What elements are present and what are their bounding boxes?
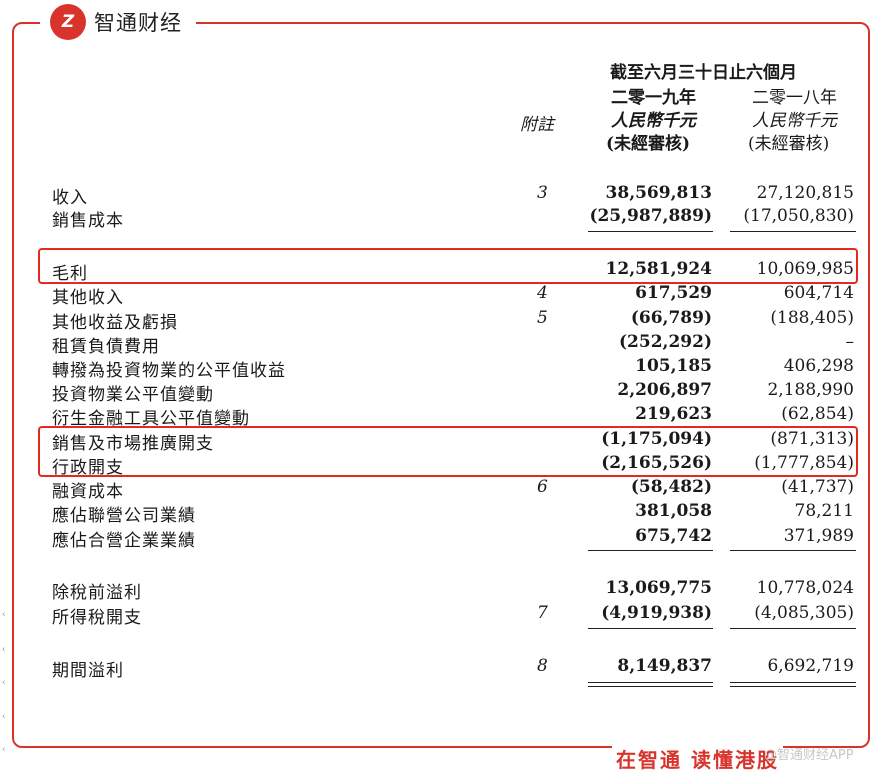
row-current-value: 38,569,813 [605, 183, 712, 203]
table-row: 轉撥為投資物業的公平值收益 105,185 406,298 [52, 356, 872, 381]
edge-mark: ‹ [2, 678, 6, 688]
row-prior-value: 78,211 [794, 501, 854, 521]
row-label: 融資成本 [52, 482, 124, 502]
footer-watermark: @智通财经APP [764, 748, 854, 763]
current-year-header: 二零一九年 [611, 88, 696, 108]
row-label: 收入 [52, 188, 88, 208]
table-row: 融資成本 6 (58,482) (41,737) [52, 477, 872, 502]
double-rule-bottom [730, 686, 856, 687]
row-current-value: (58,482) [630, 477, 712, 497]
row-label: 其他收入 [52, 288, 124, 308]
row-label: 期間溢利 [52, 661, 124, 681]
row-prior-value: 406,298 [783, 356, 854, 376]
subtotal-rule [588, 231, 713, 232]
row-label: 應佔聯營公司業績 [52, 506, 196, 526]
table-row: 應佔合營企業業績 675,742 371,989 [52, 526, 872, 551]
brand-name: 智通财经 [94, 11, 182, 35]
row-label: 除稅前溢利 [52, 583, 142, 603]
subtotal-rule [730, 231, 856, 232]
prior-year-header: 二零一八年 [752, 88, 837, 108]
table-row: 租賃負債費用 (252,292) – [52, 332, 872, 357]
subtotal-rule [730, 550, 856, 551]
row-current-value: 105,185 [635, 356, 712, 376]
note-column-header: 附註 [520, 115, 554, 135]
row-prior-value: (41,737) [781, 477, 854, 497]
row-current-value: 219,623 [635, 404, 712, 424]
table-row: 衍生金融工具公平值變動 219,623 (62,854) [52, 404, 872, 429]
table-row: 其他收入 4 617,529 604,714 [52, 283, 872, 308]
row-current-value: 381,058 [635, 501, 712, 521]
double-rule-top [588, 682, 713, 683]
subtotal-rule [588, 628, 713, 629]
row-prior-value: 371,989 [783, 526, 854, 546]
row-note: 6 [537, 477, 548, 497]
footer-slogan: 在智通 读懂港股 [612, 744, 783, 773]
row-note: 5 [537, 308, 548, 328]
table-row: 投資物業公平值變動 2,206,897 2,188,990 [52, 380, 872, 405]
row-current-value: (4,919,938) [601, 603, 712, 623]
expenses-highlight [38, 426, 858, 477]
row-label: 應佔合營企業業績 [52, 531, 196, 551]
row-prior-value: (17,050,830) [743, 206, 854, 226]
double-rule-bottom [588, 686, 713, 687]
row-prior-value: 2,188,990 [767, 380, 854, 400]
row-prior-value: (62,854) [781, 404, 854, 424]
edge-mark: ‹ [2, 645, 6, 655]
row-label: 租賃負債費用 [52, 337, 160, 357]
row-prior-value: (188,405) [770, 308, 854, 328]
row-current-value: (66,789) [630, 308, 712, 328]
brand-logo: Z 智通财经 [40, 2, 196, 42]
period-header: 截至六月三十日止六個月 [610, 63, 797, 83]
row-current-value: 13,069,775 [605, 578, 712, 598]
row-note: 8 [537, 656, 548, 676]
row-prior-value: 6,692,719 [767, 656, 854, 676]
row-current-value: (252,292) [619, 332, 712, 352]
table-row: 其他收益及虧損 5 (66,789) (188,405) [52, 308, 872, 333]
row-label: 所得稅開支 [52, 608, 142, 628]
subtotal-rule [730, 628, 856, 629]
edge-mark: ‹ [2, 745, 6, 755]
row-note: 4 [537, 283, 548, 303]
row-current-value: 8,149,837 [617, 656, 712, 676]
row-label: 其他收益及虧損 [52, 313, 178, 333]
table-row: 所得稅開支 7 (4,919,938) (4,085,305) [52, 603, 872, 628]
current-audit-header: (未經審核) [606, 134, 691, 154]
row-label: 銷售成本 [52, 211, 124, 231]
table-row: 銷售成本 (25,987,889) (17,050,830) [52, 206, 872, 231]
table-row: 除稅前溢利 13,069,775 10,778,024 [52, 578, 872, 603]
row-note: 3 [537, 183, 548, 203]
row-label: 投資物業公平值變動 [52, 385, 214, 405]
subtotal-rule [588, 550, 713, 551]
row-prior-value: (4,085,305) [754, 603, 854, 623]
row-prior-value: 10,778,024 [756, 578, 854, 598]
row-prior-value: – [845, 332, 855, 352]
row-label: 轉撥為投資物業的公平值收益 [52, 361, 286, 381]
prior-currency-header: 人民幣千元 [752, 111, 837, 131]
row-note: 7 [537, 603, 548, 623]
edge-mark: ‹ [2, 712, 6, 722]
brand-logo-icon: Z [50, 4, 86, 40]
edge-mark: ‹ [2, 610, 6, 620]
row-current-value: 617,529 [635, 283, 712, 303]
row-prior-value: 604,714 [783, 283, 854, 303]
table-row: 期間溢利 8 8,149,837 6,692,719 [52, 656, 872, 681]
double-rule-top [730, 682, 856, 683]
row-current-value: 675,742 [635, 526, 712, 546]
table-row: 收入 3 38,569,813 27,120,815 [52, 183, 872, 208]
row-current-value: 2,206,897 [617, 380, 712, 400]
prior-audit-header: (未經審核) [748, 134, 830, 154]
table-row: 應佔聯營公司業績 381,058 78,211 [52, 501, 872, 526]
row-current-value: (25,987,889) [589, 206, 712, 226]
row-prior-value: 27,120,815 [756, 183, 854, 203]
gross-profit-highlight [38, 248, 858, 284]
current-currency-header: 人民幣千元 [611, 111, 696, 131]
